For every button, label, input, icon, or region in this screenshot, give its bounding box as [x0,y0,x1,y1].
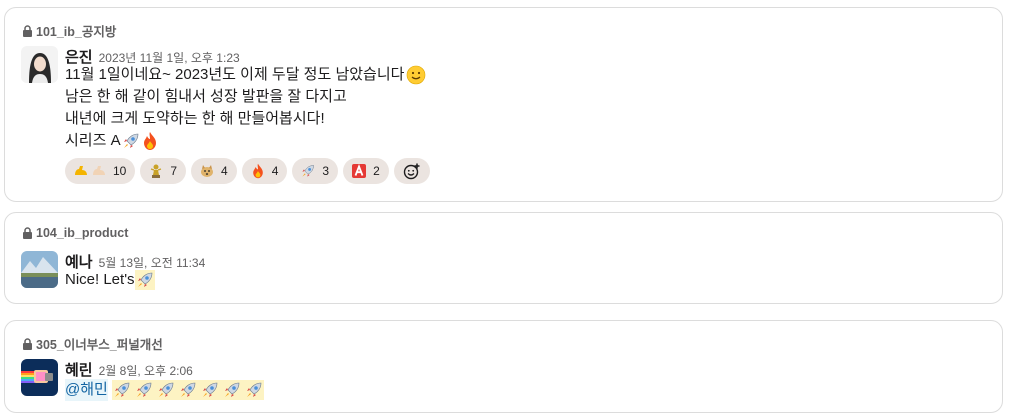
reaction-pill[interactable]: 3 [292,158,339,184]
channel-header[interactable]: 104_ib_product [22,226,128,240]
message-line: Nice! Let's [65,269,205,291]
rocket-icon [222,380,242,400]
channel-name[interactable]: 104_ib_product [36,226,128,240]
rocket-icon [112,380,132,400]
reaction-count: 10 [113,164,127,178]
reaction-count: 4 [221,164,228,178]
add-reaction-icon [403,163,420,180]
reaction-pill[interactable]: 4 [191,158,237,184]
message-card[interactable]: 104_ib_product 예나 5월 13일, 오전 11:34 Nice!… [4,212,1003,304]
lock-icon [23,227,32,239]
reaction-pill[interactable]: 10 [65,158,136,184]
letter-a-icon [352,164,367,178]
message-card[interactable]: 305_이너부스_퍼널개선 혜린 2월 8일, 오후 2:06 @해민 [4,320,1003,413]
rocket-icon [156,380,176,400]
channel-name[interactable]: 305_이너부스_퍼널개선 [36,334,163,353]
message-line: 11월 1일이네요~ 2023년도 이제 두달 정도 남았습니다 [65,64,430,86]
lock-icon [23,337,32,350]
message-line: @해민 [65,379,264,401]
message-card[interactable]: 101_ib_공지방 은진 2023년 11월 1일, 오후 1:23 11월 … [4,7,1003,202]
rocket-sequence [111,380,264,400]
statue-icon [151,164,162,178]
message-text: 남은 한 해 같이 힘내서 성장 발판을 잘 다지고 [65,88,347,105]
message-text: 11월 1일이네요~ 2023년도 이제 두달 정도 남았습니다 [65,66,405,83]
reaction-count: 3 [322,164,330,178]
message-text: Nice! Let's [65,271,135,288]
rocket-icon [178,380,198,400]
rocket-icon [134,380,154,400]
message-line: 남은 한 해 같이 힘내서 성장 발판을 잘 다지고 [65,86,430,108]
rocket-icon [300,163,316,179]
channel-header[interactable]: 101_ib_공지방 [22,21,116,40]
author-name[interactable]: 혜린 [65,359,93,380]
timestamp[interactable]: 2월 8일, 오후 2:06 [99,362,193,379]
reaction-pill[interactable]: 7 [140,158,187,184]
reaction-count: 7 [170,164,178,178]
reaction-count: 4 [271,164,279,178]
channel-header[interactable]: 305_이너부스_퍼널개선 [22,334,163,353]
message-line: 시리즈 A [65,130,430,152]
lock-icon [23,24,32,37]
message-text: 시리즈 A [65,132,121,149]
reaction-pill[interactable]: 2 [343,158,389,184]
rocket-icon [244,380,264,400]
fire-icon [250,163,266,179]
slightly-smiling-face-icon [407,65,426,85]
message-text: 내년에 크게 도약하는 한 해 만들어봅시다! [65,110,325,127]
rocket-icon [121,131,141,151]
avatar[interactable] [21,359,58,396]
avatar[interactable] [21,46,58,83]
rocket-icon [134,270,155,290]
rocket-icon [200,380,220,400]
flexed-biceps-light-icon [93,166,105,175]
add-reaction-button[interactable] [393,158,430,184]
reaction-count: 2 [373,164,380,178]
avatar[interactable] [21,251,58,288]
channel-name[interactable]: 101_ib_공지방 [36,21,116,40]
user-mention[interactable]: @해민 [65,379,108,401]
doge-icon [201,165,214,177]
fire-icon [141,131,159,151]
flexed-biceps-icon [75,166,87,175]
reaction-pill[interactable]: 4 [241,158,288,184]
message-line: 내년에 크게 도약하는 한 해 만들어봅시다! [65,108,430,130]
reactions-bar: 10 7 4 4 3 2 [65,158,430,184]
